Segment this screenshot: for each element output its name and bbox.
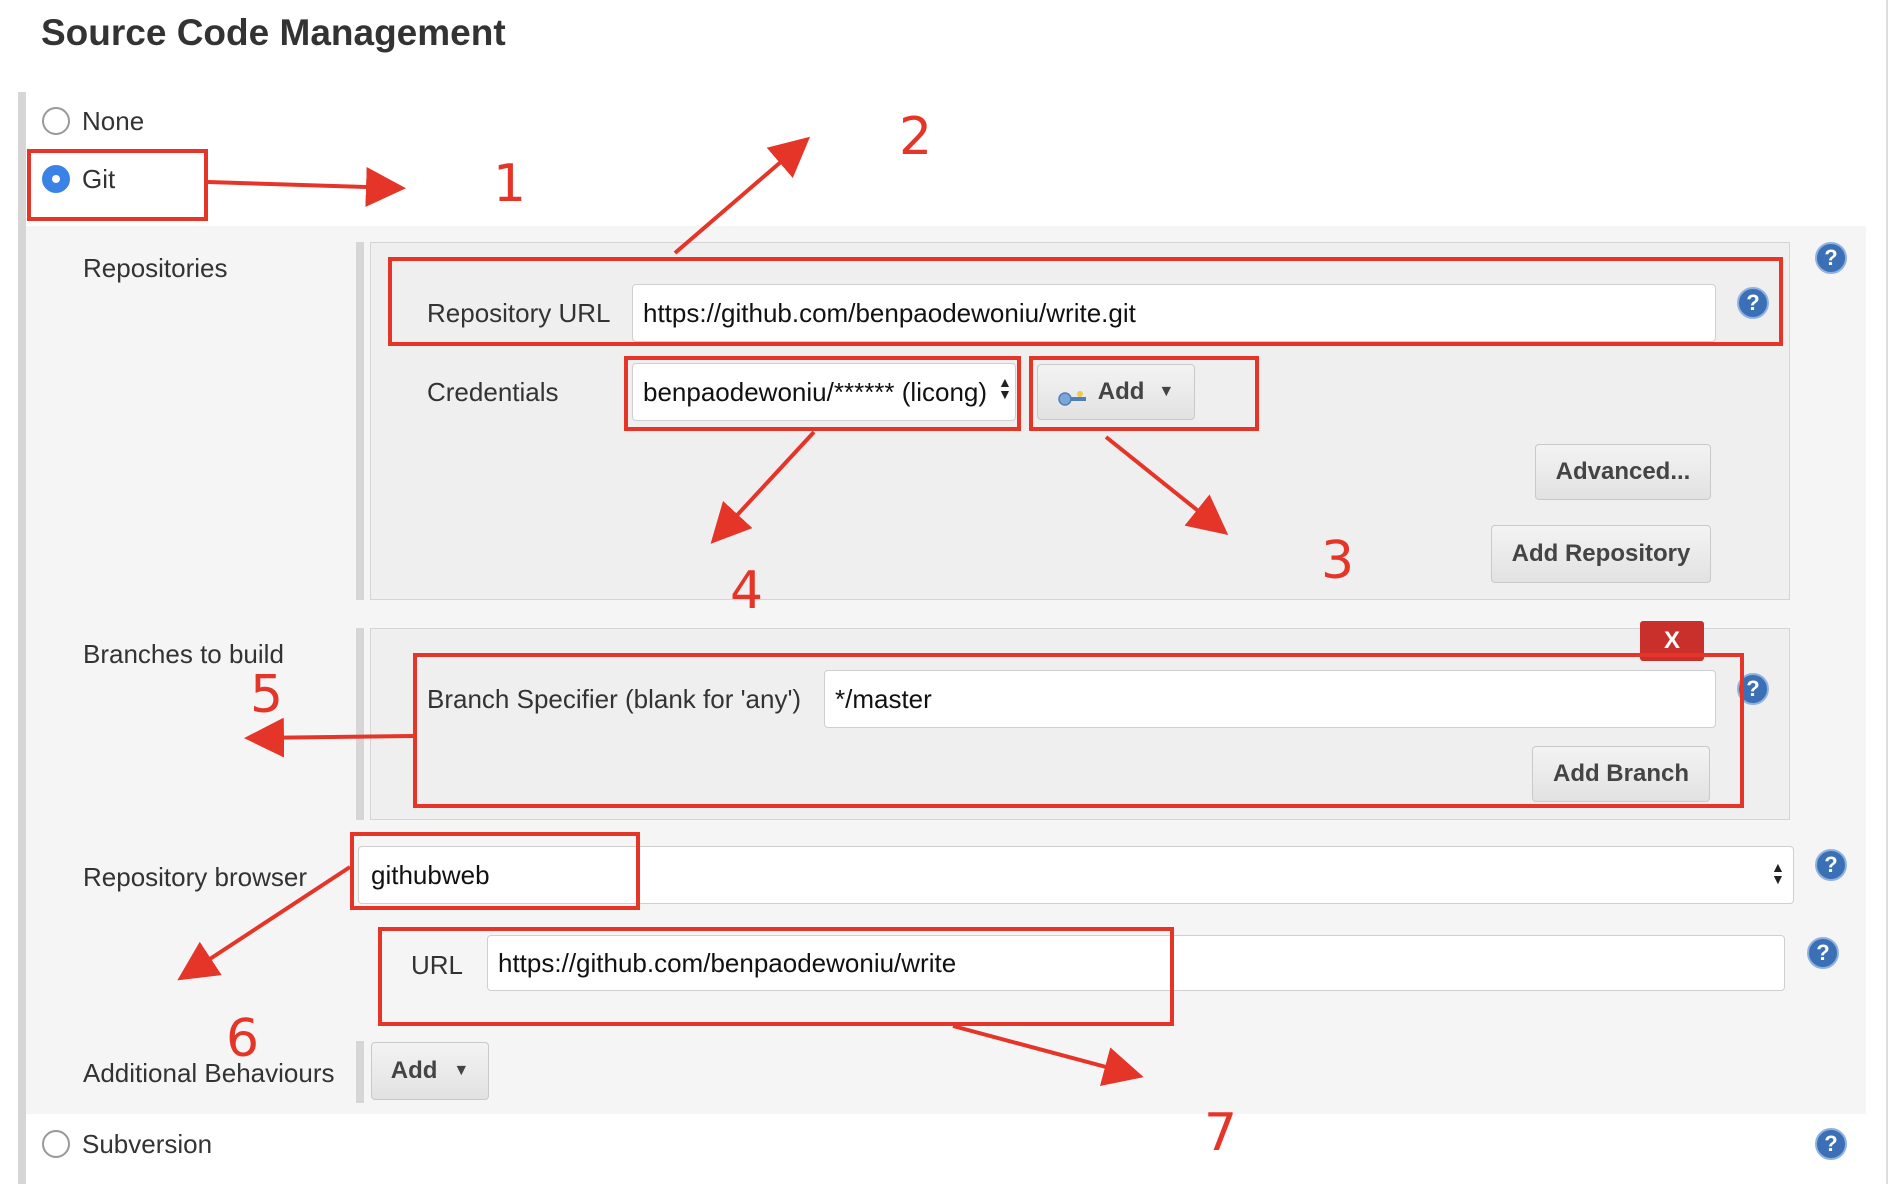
arrow-7	[952, 1024, 1144, 1087]
arrow-1	[207, 166, 406, 207]
annotation-number-3: 3	[1321, 531, 1355, 591]
arrow-3	[1104, 435, 1229, 536]
annotation-number-2: 2	[899, 107, 933, 167]
annotation-number-6: 6	[226, 1009, 260, 1069]
annotation-arrows	[177, 136, 1229, 1087]
arrow-4	[710, 430, 816, 544]
annotation-number-4: 4	[730, 561, 764, 621]
annotation-number-5: 5	[250, 665, 284, 725]
arrow-6	[177, 865, 352, 981]
arrow-5	[244, 717, 414, 758]
annotation-number-1: 1	[493, 154, 527, 214]
arrow-2	[673, 136, 811, 255]
annotation-number-7: 7	[1204, 1103, 1238, 1163]
